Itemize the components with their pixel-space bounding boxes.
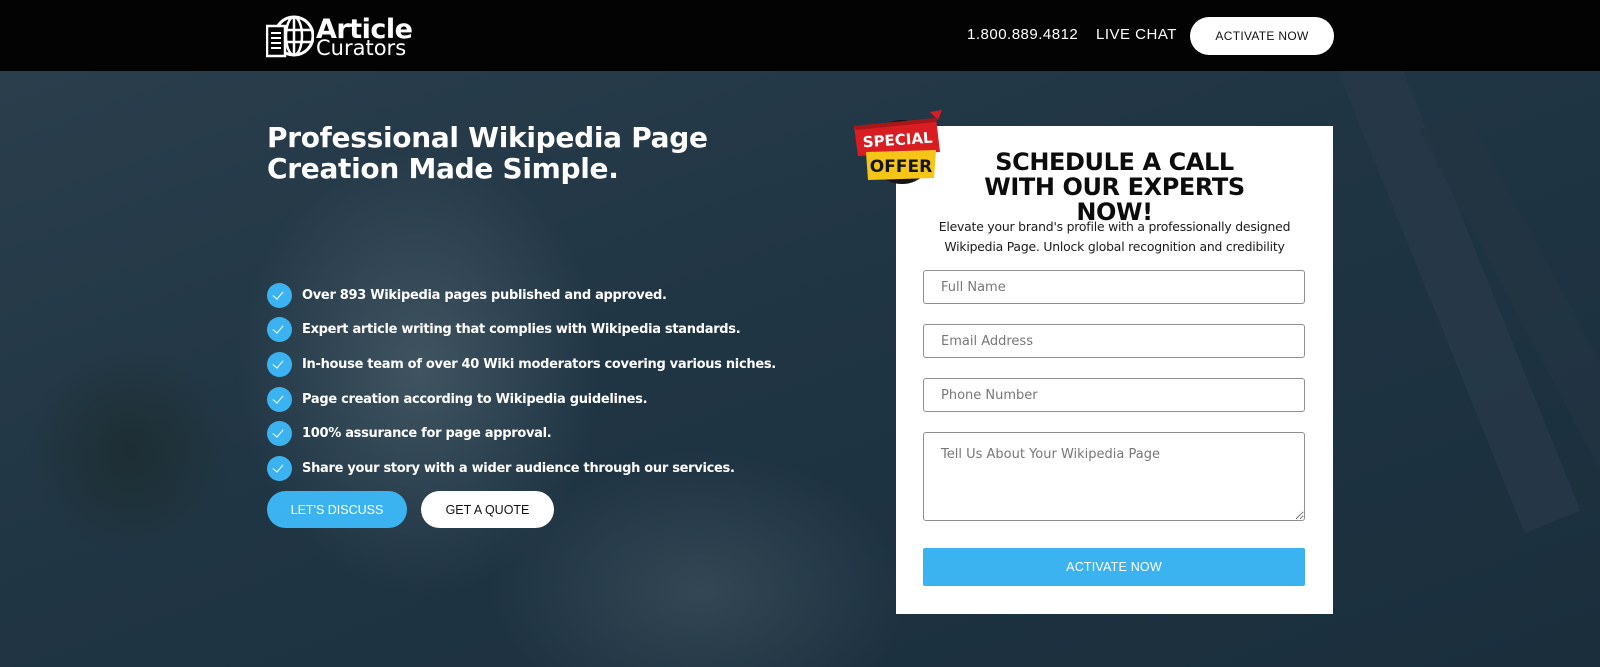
- live-chat-link[interactable]: LIVE CHAT: [1096, 26, 1177, 43]
- schedule-call-form: SCHEDULE A CALL WITH OUR EXPERTS NOW! El…: [896, 126, 1333, 614]
- hero-title: Professional Wikipedia Page Creation Mad…: [267, 121, 708, 185]
- logo-line2: Curators: [316, 35, 407, 60]
- feature-text: Expert article writing that complies wit…: [302, 322, 741, 338]
- hero-section: [0, 71, 1600, 667]
- special-offer-badge: SPECIAL OFFER: [854, 110, 942, 184]
- background-plant: [20, 351, 240, 551]
- feature-text: Over 893 Wikipedia pages published and a…: [302, 287, 667, 303]
- feature-item: In-house team of over 40 Wiki moderators…: [267, 347, 776, 382]
- get-quote-button[interactable]: GET A QUOTE: [421, 491, 554, 528]
- feature-text: Share your story with a wider audience t…: [302, 460, 735, 476]
- badge-line2: OFFER: [870, 157, 932, 177]
- feature-item: Over 893 Wikipedia pages published and a…: [267, 278, 776, 313]
- feature-text: 100% assurance for page approval.: [302, 426, 552, 442]
- feature-item: Expert article writing that complies wit…: [267, 313, 776, 348]
- feature-list: Over 893 Wikipedia pages published and a…: [267, 278, 776, 486]
- form-title: SCHEDULE A CALL WITH OUR EXPERTS NOW!: [896, 150, 1333, 225]
- logo-text: Article Curators: [316, 14, 413, 60]
- check-icon: [267, 317, 292, 343]
- check-icon: [267, 421, 292, 447]
- header-activate-button[interactable]: ACTIVATE NOW: [1190, 17, 1334, 55]
- check-icon: [267, 386, 292, 412]
- form-title-text: SCHEDULE A CALL WITH OUR EXPERTS NOW!: [984, 148, 1245, 226]
- logo[interactable]: Article Curators: [266, 12, 413, 60]
- message-field[interactable]: [923, 432, 1305, 521]
- site-header: Article Curators 1.800.889.4812 LIVE CHA…: [0, 0, 1600, 71]
- feature-text: Page creation according to Wikipedia gui…: [302, 391, 648, 407]
- check-icon: [267, 351, 292, 377]
- logo-book-globe-icon: [266, 15, 314, 58]
- phone-field[interactable]: [923, 378, 1305, 412]
- full-name-field[interactable]: [923, 270, 1305, 304]
- feature-item: Share your story with a wider audience t…: [267, 451, 776, 486]
- feature-item: Page creation according to Wikipedia gui…: [267, 382, 776, 417]
- form-subtitle: Elevate your brand's profile with a prof…: [938, 219, 1291, 254]
- check-icon: [267, 455, 292, 481]
- email-field[interactable]: [923, 324, 1305, 358]
- feature-item: 100% assurance for page approval.: [267, 416, 776, 451]
- feature-text: In-house team of over 40 Wiki moderators…: [302, 356, 776, 372]
- check-icon: [267, 282, 292, 308]
- lets-discuss-button[interactable]: LET'S DISCUSS: [267, 491, 407, 528]
- form-activate-button[interactable]: ACTIVATE NOW: [923, 548, 1305, 586]
- phone-link[interactable]: 1.800.889.4812: [967, 26, 1078, 43]
